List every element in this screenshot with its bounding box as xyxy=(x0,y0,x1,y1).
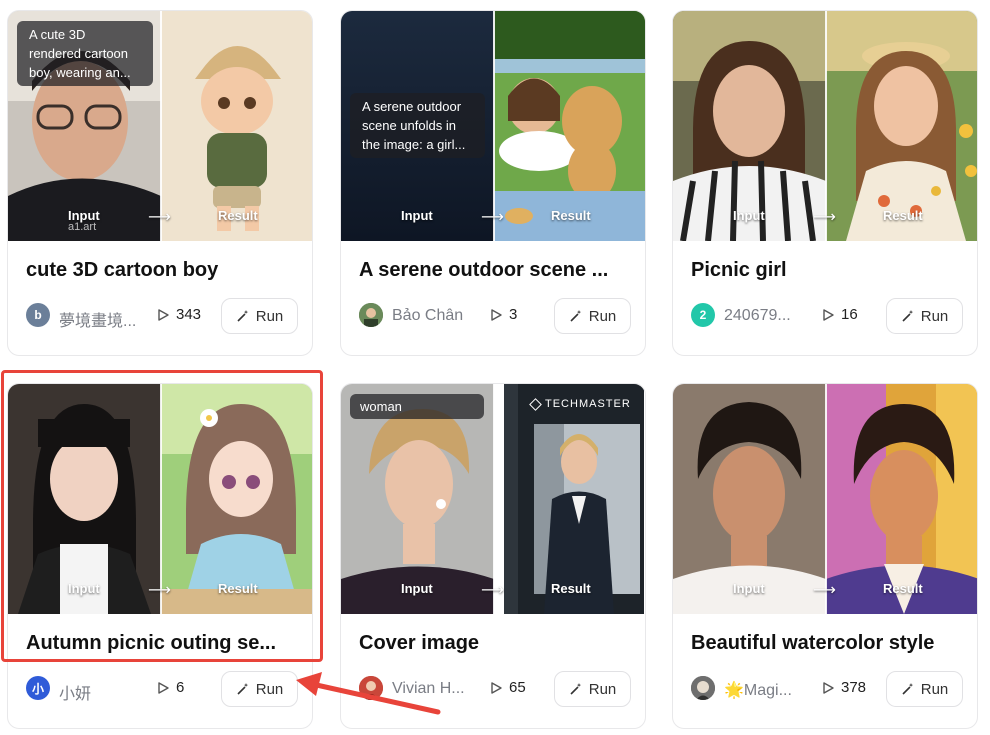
author-name[interactable]: 240679... xyxy=(724,307,812,325)
template-card[interactable]: A cute 3D rendered cartoon boy, wearing … xyxy=(7,10,313,356)
techmaster-logo-icon xyxy=(529,397,542,411)
input-label: Input xyxy=(733,208,765,223)
card-meta: 2 240679... 16 Run xyxy=(691,298,963,334)
preview-image[interactable]: woman TECHMASTER Input ⟶ Result xyxy=(341,384,645,614)
input-label: Input xyxy=(401,581,433,596)
magic-wand-icon xyxy=(237,310,248,322)
result-label: Result xyxy=(551,208,591,223)
input-label: Input xyxy=(401,208,433,223)
preview-image[interactable]: Input ⟶ Result xyxy=(673,384,977,614)
card-meta: 小 小妍 6 Run xyxy=(26,671,298,707)
author-avatar[interactable]: b xyxy=(26,303,50,327)
author-name[interactable]: 夢境畫境... xyxy=(59,307,147,331)
prompt-chip: A serene outdoor scene unfolds in the im… xyxy=(350,93,485,158)
run-button[interactable]: Run xyxy=(886,298,963,334)
preview-image[interactable]: A cute 3D rendered cartoon boy, wearing … xyxy=(8,11,312,241)
run-button[interactable]: Run xyxy=(221,298,298,334)
input-label: Input xyxy=(733,581,765,596)
run-button[interactable]: Run xyxy=(554,298,631,334)
magic-wand-icon xyxy=(570,683,581,695)
author-avatar[interactable] xyxy=(691,676,715,700)
magic-wand-icon xyxy=(902,310,913,322)
play-outline-icon xyxy=(823,681,834,694)
result-image xyxy=(161,11,312,241)
author-avatar[interactable]: 2 xyxy=(691,303,715,327)
input-label: Input xyxy=(68,208,100,223)
card-title[interactable]: cute 3D cartoon boy xyxy=(26,259,298,282)
play-count: 343 xyxy=(156,306,201,323)
arrow-right-icon: ⟶ xyxy=(481,582,504,599)
card-title[interactable]: Cover image xyxy=(359,632,631,655)
result-label: Result xyxy=(883,581,923,596)
play-outline-icon xyxy=(158,681,169,694)
prompt-chip: A cute 3D rendered cartoon boy, wearing … xyxy=(17,21,153,86)
preview-image[interactable]: Input ⟶ Result xyxy=(673,11,977,241)
card-title[interactable]: Beautiful watercolor style xyxy=(691,632,963,655)
play-outline-icon xyxy=(491,681,502,694)
card-title[interactable]: A serene outdoor scene ... xyxy=(359,259,631,282)
play-count: 6 xyxy=(156,679,184,696)
arrow-right-icon: ⟶ xyxy=(813,209,836,226)
author-name[interactable]: Bảo Chân xyxy=(392,307,480,325)
run-button[interactable]: Run xyxy=(554,671,631,707)
prompt-chip: woman xyxy=(350,394,484,419)
run-button[interactable]: Run xyxy=(221,671,298,707)
annotation-arrow-icon xyxy=(296,672,441,715)
input-image xyxy=(673,384,826,614)
input-image xyxy=(673,11,826,241)
play-outline-icon xyxy=(158,308,169,321)
play-outline-icon xyxy=(491,308,502,321)
magic-wand-icon xyxy=(570,310,581,322)
author-avatar[interactable] xyxy=(359,303,383,327)
play-count: 3 xyxy=(489,306,517,323)
arrow-right-icon: ⟶ xyxy=(481,209,504,226)
play-count: 16 xyxy=(821,306,858,323)
magic-wand-icon xyxy=(902,683,913,695)
magic-wand-icon xyxy=(237,683,248,695)
result-image xyxy=(494,384,645,614)
arrow-right-icon: ⟶ xyxy=(148,209,171,226)
result-image xyxy=(826,384,977,614)
play-outline-icon xyxy=(823,308,834,321)
author-name[interactable]: 小妍 xyxy=(59,680,147,704)
result-label: Result xyxy=(551,581,591,596)
template-card[interactable]: Input ⟶ Result Picnic girl 2 240679... 1… xyxy=(672,10,978,356)
play-count: 65 xyxy=(489,679,526,696)
card-meta: b 夢境畫境... 343 Run xyxy=(26,298,298,334)
result-label: Result xyxy=(218,208,258,223)
play-count: 378 xyxy=(821,679,866,696)
result-image xyxy=(494,11,645,241)
author-name[interactable]: 🌟Magi... xyxy=(724,680,812,700)
template-card[interactable]: A serene outdoor scene unfolds in the im… xyxy=(340,10,646,356)
highlight-annotation xyxy=(1,370,323,662)
preview-image[interactable]: A serene outdoor scene unfolds in the im… xyxy=(341,11,645,241)
brand-logo: TECHMASTER xyxy=(529,397,631,411)
card-title[interactable]: Picnic girl xyxy=(691,259,963,282)
card-meta: 🌟Magi... 378 Run xyxy=(691,671,963,707)
run-button[interactable]: Run xyxy=(886,671,963,707)
result-label: Result xyxy=(883,208,923,223)
author-avatar[interactable]: 小 xyxy=(26,676,50,700)
result-image xyxy=(826,11,977,241)
template-card[interactable]: Input ⟶ Result Beautiful watercolor styl… xyxy=(672,383,978,729)
card-meta: Bảo Chân 3 Run xyxy=(359,298,631,334)
arrow-right-icon: ⟶ xyxy=(813,582,836,599)
